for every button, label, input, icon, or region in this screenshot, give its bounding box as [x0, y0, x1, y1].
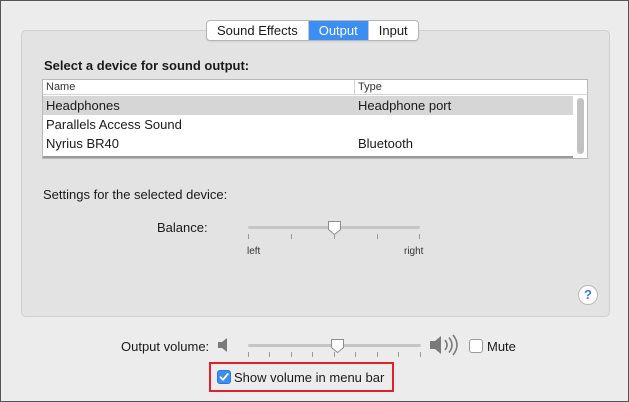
balance-left-label: left	[247, 246, 261, 257]
table-row[interactable]: Nyrius BR40 Bluetooth	[43, 134, 573, 153]
device-section-title: Select a device for sound output:	[44, 58, 250, 73]
output-volume-label: Output volume:	[121, 339, 210, 354]
tick	[419, 234, 420, 239]
sound-preferences-window: Sound Effects Output Input Select a devi…	[0, 0, 629, 402]
tick	[248, 234, 249, 239]
tick	[377, 352, 378, 357]
device-name: Parallels Access Sound	[46, 117, 182, 132]
tick	[355, 352, 356, 357]
column-header-type[interactable]: Type	[358, 81, 382, 93]
speaker-high-icon	[430, 334, 458, 356]
balance-label: Balance:	[157, 220, 208, 235]
tick	[420, 352, 421, 357]
speaker-low-icon	[218, 338, 227, 352]
device-name: Headphones	[46, 98, 120, 113]
tick	[377, 234, 378, 239]
tick	[398, 352, 399, 357]
mute-label: Mute	[487, 339, 516, 354]
table-header: Name Type	[43, 80, 587, 95]
column-divider	[354, 80, 355, 95]
help-button[interactable]: ?	[578, 285, 598, 305]
help-icon: ?	[584, 287, 592, 302]
balance-right-label: right	[404, 246, 424, 257]
show-volume-checkbox[interactable]	[217, 370, 231, 384]
mute-checkbox[interactable]	[469, 339, 483, 353]
table-row[interactable]: Headphones Headphone port	[43, 96, 573, 115]
output-volume-slider-thumb[interactable]	[330, 338, 345, 354]
tick	[291, 352, 292, 357]
table-row[interactable]: Parallels Access Sound	[43, 115, 573, 134]
output-panel	[21, 30, 610, 317]
tab-output[interactable]: Output	[308, 21, 369, 40]
column-header-name[interactable]: Name	[46, 81, 75, 93]
settings-label: Settings for the selected device:	[43, 187, 228, 202]
tab-input[interactable]: Input	[369, 21, 418, 40]
table-scrollbar[interactable]	[577, 98, 584, 154]
tab-sound-effects[interactable]: Sound Effects	[207, 21, 309, 40]
device-type: Headphone port	[358, 98, 452, 113]
checkmark-icon	[219, 373, 229, 381]
device-type: Bluetooth	[358, 136, 413, 151]
balance-slider-thumb[interactable]	[327, 220, 342, 236]
row-divider	[43, 156, 573, 158]
tab-bar: Sound Effects Output Input	[206, 20, 419, 41]
tick	[248, 352, 249, 357]
tick	[312, 352, 313, 357]
tick	[291, 234, 292, 239]
tick	[269, 352, 270, 357]
device-table[interactable]: Name Type Headphones Headphone port Para…	[42, 79, 588, 159]
device-name: Nyrius BR40	[46, 136, 119, 151]
show-volume-label: Show volume in menu bar	[234, 370, 385, 385]
